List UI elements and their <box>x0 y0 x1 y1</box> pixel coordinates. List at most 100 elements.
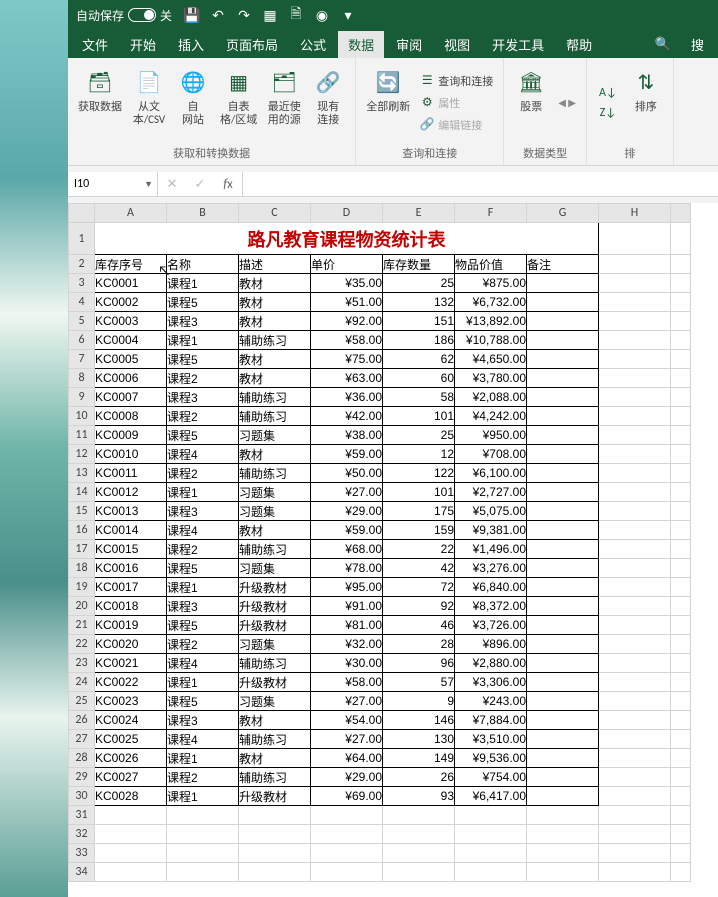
cell-value[interactable]: ¥3,306.00 <box>455 673 527 692</box>
row-header[interactable]: 14 <box>69 483 95 502</box>
cell-value[interactable]: ¥1,496.00 <box>455 540 527 559</box>
row-header[interactable]: 17 <box>69 540 95 559</box>
empty-cell[interactable] <box>671 597 691 616</box>
empty-cell[interactable] <box>311 806 383 825</box>
cell-value[interactable]: ¥9,536.00 <box>455 749 527 768</box>
empty-cell[interactable] <box>383 825 455 844</box>
empty-cell[interactable] <box>671 223 691 255</box>
spreadsheet-grid[interactable]: ABCDEFGH1 路凡教育课程物资统计表 2 库存序号 名称 描述 单价 库存… <box>68 203 691 882</box>
cell-id[interactable]: KC0012 <box>95 483 167 502</box>
cell-qty[interactable]: 25 <box>383 426 455 445</box>
fx-icon[interactable]: fx <box>214 177 242 192</box>
cell-desc[interactable]: 教材 <box>239 711 311 730</box>
empty-cell[interactable] <box>671 863 691 882</box>
cell-name[interactable]: 课程2 <box>167 464 239 483</box>
menu-search[interactable]: 搜 <box>681 31 714 58</box>
cancel-icon[interactable]: ✕ <box>158 177 186 192</box>
empty-cell[interactable] <box>599 521 671 540</box>
cell-desc[interactable]: 升级教材 <box>239 578 311 597</box>
empty-cell[interactable] <box>671 407 691 426</box>
cell-qty[interactable]: 26 <box>383 768 455 787</box>
row-header[interactable]: 24 <box>69 673 95 692</box>
cell-value[interactable]: ¥6,100.00 <box>455 464 527 483</box>
cell-remark[interactable] <box>527 445 599 464</box>
properties-button[interactable]: ⚙属性 <box>416 93 497 113</box>
cell-price[interactable]: ¥42.00 <box>311 407 383 426</box>
cell-value[interactable]: ¥3,726.00 <box>455 616 527 635</box>
cell-qty[interactable]: 12 <box>383 445 455 464</box>
cell-name[interactable]: 课程5 <box>167 293 239 312</box>
cell-name[interactable]: 课程2 <box>167 768 239 787</box>
cell-id[interactable]: KC0022 <box>95 673 167 692</box>
cell-price[interactable]: ¥36.00 <box>311 388 383 407</box>
row-header[interactable]: 12 <box>69 445 95 464</box>
cell-price[interactable]: ¥75.00 <box>311 350 383 369</box>
empty-cell[interactable] <box>599 293 671 312</box>
cell-name[interactable]: 课程4 <box>167 445 239 464</box>
cell-value[interactable]: ¥13,892.00 <box>455 312 527 331</box>
table-header[interactable]: 备注 <box>527 255 599 274</box>
cell-remark[interactable] <box>527 559 599 578</box>
empty-cell[interactable] <box>671 711 691 730</box>
empty-cell[interactable] <box>95 825 167 844</box>
formula-input[interactable] <box>243 172 718 196</box>
cell-name[interactable]: 课程3 <box>167 711 239 730</box>
empty-cell[interactable] <box>671 787 691 806</box>
cell-value[interactable]: ¥3,276.00 <box>455 559 527 578</box>
cell-value[interactable]: ¥2,088.00 <box>455 388 527 407</box>
cell-qty[interactable]: 72 <box>383 578 455 597</box>
cell-desc[interactable]: 升级教材 <box>239 597 311 616</box>
empty-cell[interactable] <box>311 844 383 863</box>
row-header[interactable]: 20 <box>69 597 95 616</box>
empty-cell[interactable] <box>599 445 671 464</box>
cell-name[interactable]: 课程1 <box>167 483 239 502</box>
row-header[interactable]: 13 <box>69 464 95 483</box>
cell-id[interactable]: KC0004 <box>95 331 167 350</box>
cell-qty[interactable]: 149 <box>383 749 455 768</box>
redo-icon[interactable]: ↷ <box>236 7 252 23</box>
empty-cell[interactable] <box>671 388 691 407</box>
menu-home[interactable]: 开始 <box>120 31 166 58</box>
cell-price[interactable]: ¥59.00 <box>311 521 383 540</box>
grid-icon[interactable]: ▦ <box>262 7 278 23</box>
cell-remark[interactable] <box>527 483 599 502</box>
cell-desc[interactable]: 辅助练习 <box>239 540 311 559</box>
cell-desc[interactable]: 教材 <box>239 369 311 388</box>
from-web-button[interactable]: 🌐 自 网站 <box>172 62 214 143</box>
more-icon[interactable]: ▾ <box>340 7 356 23</box>
empty-cell[interactable] <box>311 863 383 882</box>
cell-remark[interactable] <box>527 673 599 692</box>
cell-name[interactable]: 课程1 <box>167 673 239 692</box>
empty-cell[interactable] <box>671 502 691 521</box>
cell-name[interactable]: 课程1 <box>167 331 239 350</box>
row-header[interactable]: 30 <box>69 787 95 806</box>
empty-cell[interactable] <box>599 844 671 863</box>
empty-cell[interactable] <box>671 559 691 578</box>
empty-cell[interactable] <box>455 863 527 882</box>
cell-remark[interactable] <box>527 426 599 445</box>
empty-cell[interactable] <box>671 426 691 445</box>
cell-value[interactable]: ¥2,880.00 <box>455 654 527 673</box>
table-header[interactable]: 库存数量 <box>383 255 455 274</box>
cell-desc[interactable]: 升级教材 <box>239 616 311 635</box>
col-header-G[interactable]: G <box>527 204 599 223</box>
cell-id[interactable]: KC0023 <box>95 692 167 711</box>
cell-qty[interactable]: 62 <box>383 350 455 369</box>
empty-cell[interactable] <box>599 223 671 255</box>
cell-id[interactable]: KC0001 <box>95 274 167 293</box>
cell-desc[interactable]: 教材 <box>239 521 311 540</box>
empty-cell[interactable] <box>599 255 671 274</box>
sort-button[interactable]: ⇅ 排序 <box>625 62 667 143</box>
cell-qty[interactable]: 130 <box>383 730 455 749</box>
cell-id[interactable]: KC0020 <box>95 635 167 654</box>
sort-desc-button[interactable]: Z↓ <box>597 104 619 122</box>
cell-remark[interactable] <box>527 521 599 540</box>
cell-qty[interactable]: 101 <box>383 483 455 502</box>
cell-value[interactable]: ¥6,417.00 <box>455 787 527 806</box>
from-text-button[interactable]: 📄 从文 本/CSV <box>128 62 170 143</box>
cell-value[interactable]: ¥896.00 <box>455 635 527 654</box>
empty-cell[interactable] <box>599 369 671 388</box>
cell-id[interactable]: KC0025 <box>95 730 167 749</box>
cell-price[interactable]: ¥81.00 <box>311 616 383 635</box>
cell-value[interactable]: ¥5,075.00 <box>455 502 527 521</box>
